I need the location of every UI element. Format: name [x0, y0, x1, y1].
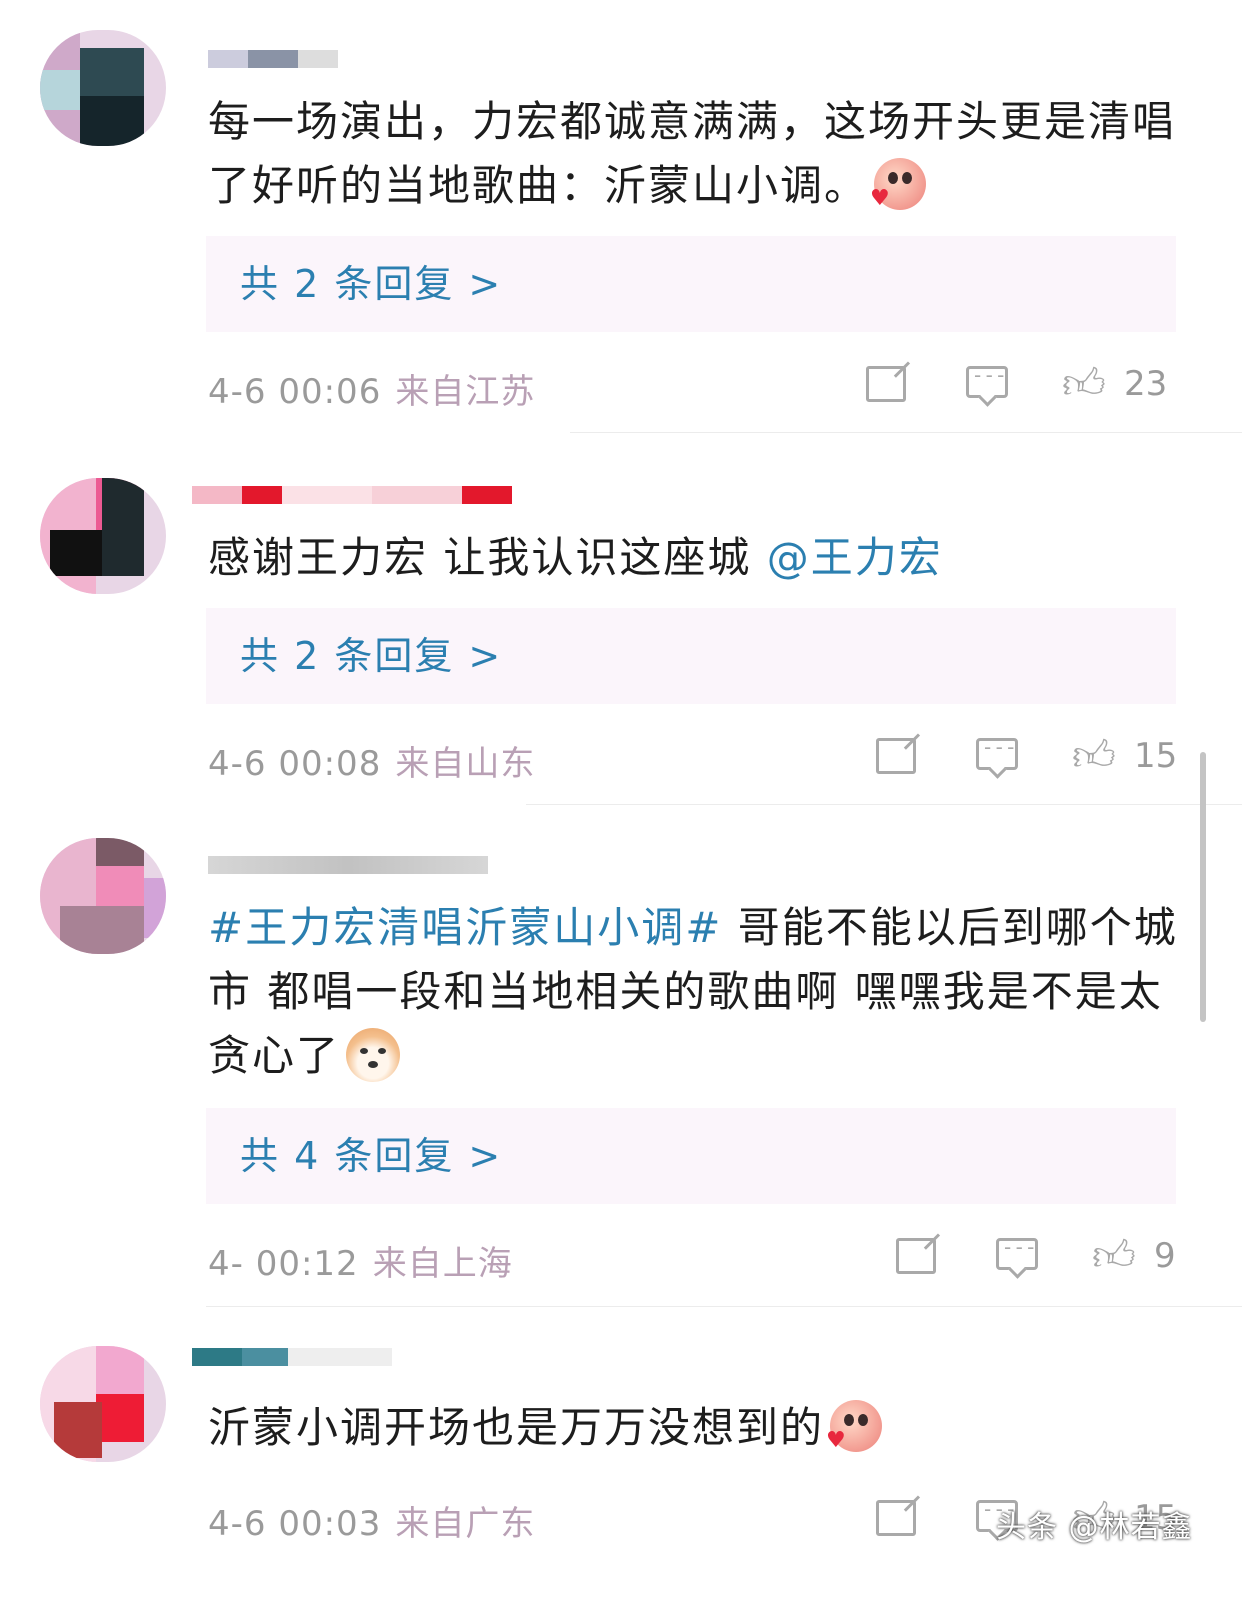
location: 来自上海 [372, 1244, 513, 1284]
like-button[interactable]: 👍︎ 15 [1072, 731, 1178, 780]
reply-expand-button[interactable]: 共 4 条回复 > [206, 1108, 1176, 1204]
like-count: 23 [1124, 364, 1168, 404]
divider [526, 804, 1242, 805]
timestamp: 4-6 00:06 [208, 372, 382, 412]
timestamp: 4- 00:12 [208, 1244, 359, 1284]
like-count: 15 [1134, 736, 1178, 776]
reply-expand-button[interactable]: 共 2 条回复 > [206, 236, 1176, 332]
location: 来自江苏 [395, 372, 536, 412]
like-button[interactable]: 👍︎ 9 [1092, 1232, 1176, 1280]
smile-heart-emoji: ♥ [826, 1400, 883, 1452]
mention-link[interactable]: @王力宏 [767, 533, 943, 582]
location: 来自广东 [395, 1504, 536, 1544]
comment-icon [976, 735, 1018, 770]
hashtag-link[interactable]: #王力宏清唱沂蒙山小调# [208, 903, 722, 952]
smile-heart-emoji: ♥ [870, 158, 927, 210]
like-button[interactable]: 👍︎ 23 [1062, 360, 1176, 408]
watermark: 头条 @林若鑫 [996, 1510, 1193, 1545]
avatar[interactable] [40, 478, 166, 594]
like-count: 9 [1154, 1236, 1176, 1276]
divider [570, 432, 1242, 433]
share-icon [876, 738, 916, 774]
comment-text: #王力宏清唱沂蒙山小调# 哥能不能以后到哪个城市 都唱一段和当地相关的歌曲啊 嘿… [208, 903, 1178, 1082]
username-blurred[interactable] [208, 50, 338, 68]
comment-actions: 👍︎ 15 [876, 731, 1178, 780]
reply-button[interactable] [966, 360, 1010, 408]
comment-actions: 👍︎ 9 [896, 1232, 1176, 1280]
share-icon [896, 1238, 936, 1274]
username-blurred[interactable] [208, 852, 508, 874]
share-button[interactable] [876, 1494, 920, 1542]
timestamp: 4-6 00:03 [208, 1504, 382, 1544]
share-button[interactable] [866, 360, 910, 408]
comment-icon [996, 1235, 1038, 1270]
timestamp: 4-6 00:08 [208, 744, 382, 784]
comment-meta: 4-6 00:08 来自山东 [208, 736, 535, 785]
share-icon [866, 366, 906, 402]
share-button[interactable] [896, 1232, 940, 1280]
like-icon: 👍︎ [1072, 731, 1116, 780]
comment-text: 每一场演出，力宏都诚意满满，这场开头更是清唱了好听的当地歌曲：沂蒙山小调。 ♥ [208, 97, 1177, 211]
divider [206, 1306, 1242, 1307]
like-icon: 👍︎ [1062, 359, 1106, 408]
comment-text: 沂蒙小调开场也是万万没想到的 ♥ [208, 1396, 1198, 1460]
reply-button[interactable] [996, 1232, 1040, 1280]
avatar[interactable] [40, 1346, 166, 1462]
comment-actions: 👍︎ 23 [866, 360, 1176, 408]
comment-text: 感谢王力宏 让我认识这座城 @王力宏 [208, 533, 943, 582]
comment-icon [966, 363, 1008, 398]
scrollbar[interactable] [1200, 752, 1206, 1022]
username-blurred[interactable] [192, 1348, 392, 1366]
username-blurred[interactable] [192, 486, 522, 504]
reply-button[interactable] [976, 732, 1020, 780]
location: 来自山东 [395, 744, 536, 784]
avatar[interactable] [40, 30, 166, 146]
avatar[interactable] [40, 838, 166, 954]
share-icon [876, 1500, 916, 1536]
comment-meta: 4- 00:12 来自上海 [208, 1236, 513, 1285]
doge-emoji [346, 1028, 401, 1082]
comment-meta: 4-6 00:06 来自江苏 [208, 364, 535, 413]
reply-expand-button[interactable]: 共 2 条回复 > [206, 608, 1176, 704]
share-button[interactable] [876, 732, 920, 780]
comment-meta: 4-6 00:03 来自广东 [208, 1496, 535, 1545]
like-icon: 👍︎ [1092, 1231, 1136, 1280]
